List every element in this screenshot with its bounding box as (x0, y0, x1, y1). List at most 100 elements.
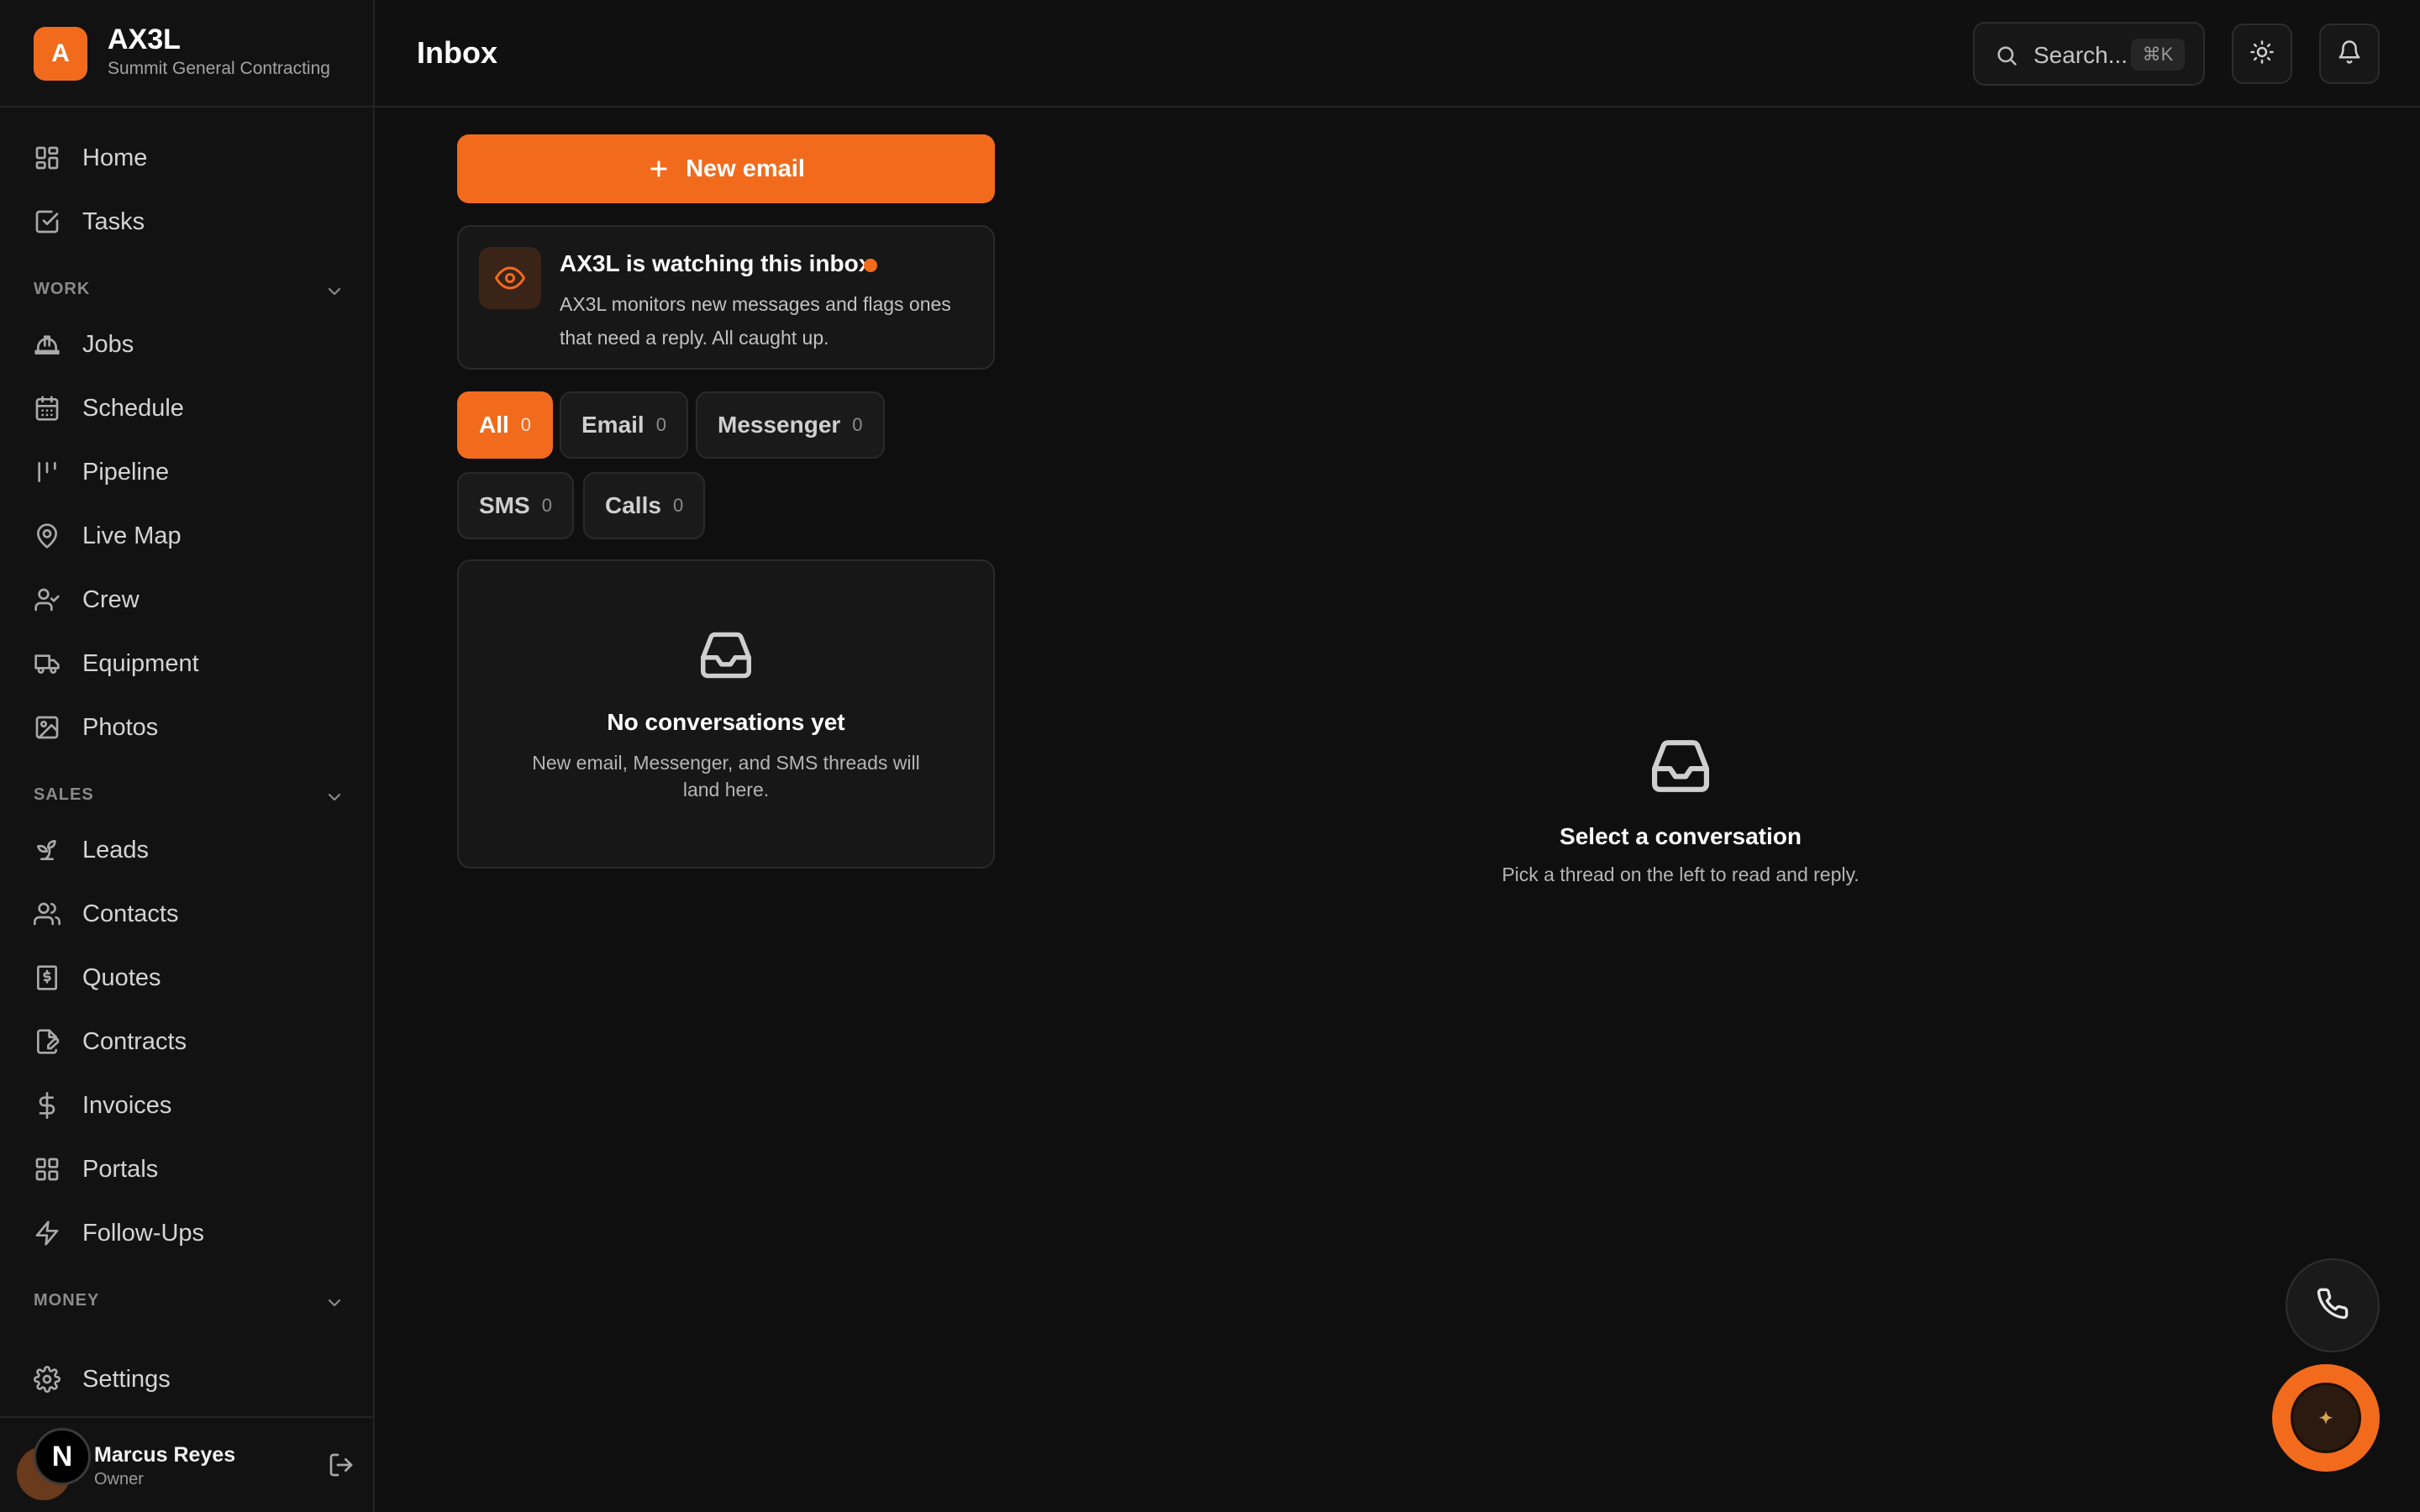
sidebar-item-label: Photos (82, 714, 159, 741)
sidebar-item-equipment[interactable]: Equipment (20, 637, 353, 690)
sidebar: A AX3L Summit General Contracting Home T… (0, 0, 375, 1512)
watch-title: AX3L is watching this inbox (560, 250, 872, 276)
filter-tab-email[interactable]: Email 0 (560, 391, 688, 459)
sidebar-item-label: Home (82, 144, 148, 171)
search-shortcut: ⌘K (2131, 39, 2185, 71)
section-header-money[interactable]: MONEY (34, 1291, 345, 1316)
filter-label: SMS (479, 492, 530, 518)
grid-icon (34, 1156, 60, 1183)
sidebar-item-settings[interactable]: Settings (20, 1352, 353, 1406)
search-placeholder: Search... (2033, 42, 2128, 68)
new-email-button[interactable]: New email (457, 134, 995, 203)
gear-icon (34, 1366, 60, 1393)
brand-header[interactable]: A AX3L Summit General Contracting (0, 0, 373, 108)
notifications-button[interactable] (2319, 24, 2380, 84)
image-icon (34, 714, 60, 741)
user-check-icon (34, 586, 60, 613)
dollar-icon (34, 1092, 60, 1119)
sidebar-item-jobs[interactable]: Jobs (20, 318, 353, 371)
users-icon (34, 900, 61, 927)
detail-empty-description: Pick a thread on the left to read and re… (1502, 864, 1860, 885)
zap-icon (34, 1220, 60, 1247)
assistant-avatar-icon: ✦ (2291, 1383, 2361, 1453)
brand-subtitle: Summit General Contracting (108, 59, 330, 78)
logout-icon[interactable] (328, 1452, 355, 1478)
empty-title: No conversations yet (607, 709, 845, 735)
user-profile[interactable]: N Marcus Reyes Owner (0, 1416, 373, 1512)
kanban-icon (34, 459, 60, 486)
status-dot (864, 259, 877, 272)
hard-hat-icon (34, 331, 60, 358)
sidebar-item-label: Settings (82, 1366, 171, 1393)
section-header-work[interactable]: WORK (34, 280, 345, 305)
map-pin-icon (34, 522, 60, 549)
bell-icon (2337, 39, 2362, 69)
filter-label: Calls (605, 492, 661, 518)
filter-count: 0 (852, 414, 863, 435)
grid-icon (34, 144, 60, 171)
plus-icon (647, 157, 671, 181)
sidebar-item-contacts[interactable]: Contacts (20, 887, 353, 941)
receipt-icon (34, 964, 60, 991)
checkbox-icon (34, 208, 60, 235)
filter-tab-sms[interactable]: SMS 0 (457, 472, 574, 539)
theme-toggle-button[interactable] (2232, 24, 2292, 84)
sidebar-item-label: Invoices (82, 1092, 172, 1119)
avatar[interactable]: N (34, 1428, 91, 1485)
section-header-sales[interactable]: SALES (34, 785, 345, 811)
top-header: Inbox Search... ⌘K (375, 0, 2420, 108)
sidebar-item-label: Tasks (82, 208, 145, 235)
sidebar-item-leads[interactable]: Leads (20, 823, 353, 877)
sidebar-item-pipeline[interactable]: Pipeline (20, 445, 353, 499)
sun-icon (2249, 39, 2275, 69)
sidebar-item-label: Pipeline (82, 459, 170, 486)
sidebar-item-tasks[interactable]: Tasks (20, 195, 353, 249)
sidebar-item-schedule[interactable]: Schedule (20, 381, 353, 435)
user-role: Owner (94, 1470, 144, 1488)
sidebar-item-label: Jobs (82, 331, 134, 358)
filter-count: 0 (672, 495, 684, 516)
sprout-icon (34, 837, 60, 864)
section-title: SALES (34, 785, 94, 804)
brand-name: AX3L (108, 24, 181, 55)
empty-description: New email, Messenger, and SMS threads wi… (532, 752, 920, 801)
sidebar-item-quotes[interactable]: Quotes (20, 951, 353, 1005)
sidebar-item-photos[interactable]: Photos (20, 701, 353, 754)
filter-tab-all[interactable]: All 0 (457, 391, 554, 459)
inbox-icon (697, 630, 755, 680)
filter-tab-messenger[interactable]: Messenger 0 (696, 391, 885, 459)
search-input[interactable]: Search... ⌘K (1973, 22, 2205, 86)
sidebar-item-label: Live Map (82, 522, 182, 549)
section-title: MONEY (34, 1291, 100, 1310)
sidebar-item-crew[interactable]: Crew (20, 573, 353, 627)
filter-tab-calls[interactable]: Calls 0 (583, 472, 706, 539)
ai-assistant-button[interactable]: ✦ (2272, 1364, 2380, 1472)
sidebar-item-label: Follow-Ups (82, 1220, 205, 1247)
filter-label: All (479, 412, 509, 438)
app-root: A AX3L Summit General Contracting Home T… (0, 0, 2420, 1512)
new-email-label: New email (686, 155, 805, 182)
sidebar-item-portals[interactable]: Portals (20, 1142, 353, 1196)
sidebar-item-label: Quotes (82, 964, 161, 991)
scroll-clipped-content (34, 1342, 185, 1347)
sidebar-item-live-map[interactable]: Live Map (20, 509, 353, 563)
sidebar-item-contracts[interactable]: Contracts (20, 1015, 353, 1068)
sidebar-item-label: Portals (82, 1156, 159, 1183)
user-name: Marcus Reyes (94, 1443, 236, 1467)
search-icon (1995, 44, 2018, 67)
sidebar-item-label: Contacts (82, 900, 179, 927)
phone-icon (2316, 1287, 2349, 1325)
ai-watch-card: AX3L is watching this inbox AX3L monitor… (457, 225, 995, 370)
call-button[interactable] (2286, 1258, 2380, 1352)
eye-icon (479, 247, 541, 309)
brand-logo: A (34, 27, 87, 81)
sidebar-item-invoices[interactable]: Invoices (20, 1079, 353, 1132)
sidebar-item-home[interactable]: Home (20, 131, 353, 185)
sidebar-item-label: Contracts (82, 1028, 187, 1055)
sidebar-item-follow-ups[interactable]: Follow-Ups (20, 1206, 353, 1260)
filter-label: Messenger (718, 412, 841, 438)
filter-label: Email (581, 412, 644, 438)
inbox-icon (1647, 738, 1714, 795)
truck-icon (34, 650, 60, 677)
watch-description: AX3L monitors new messages and flags one… (560, 293, 951, 349)
